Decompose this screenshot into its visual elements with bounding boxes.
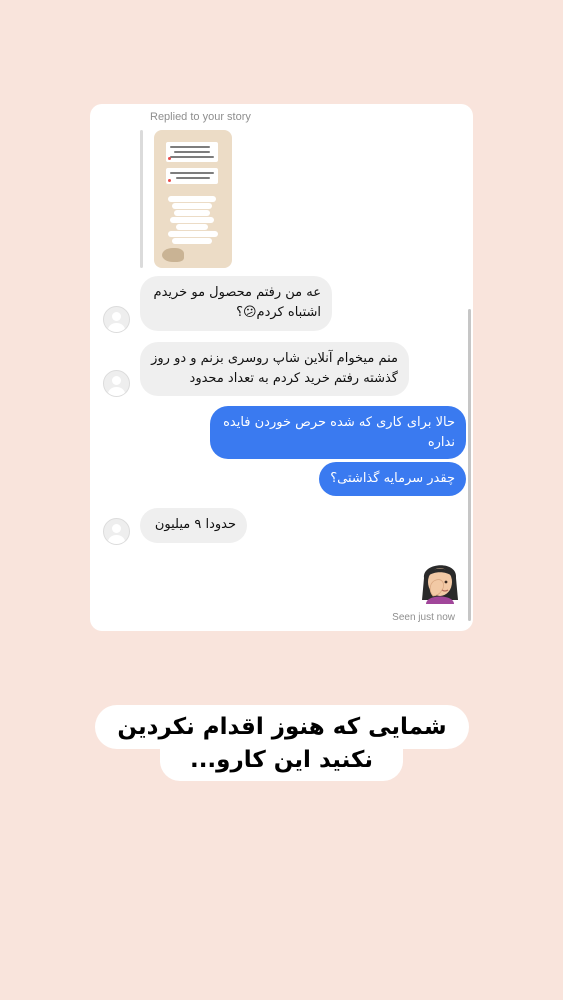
incoming-message-bubble[interactable]: منم میخوام آنلاین شاپ روسری بزنم و دو رو… [140,342,409,396]
incoming-message-bubble[interactable]: حدودا ۹ میلیون [140,508,247,543]
scrollbar[interactable] [468,309,471,621]
thumb-snippet-card [166,168,218,184]
outgoing-message-bubble[interactable]: حالا برای کاری که شده حرص خوردن فایده ند… [210,406,466,459]
dm-screenshot-card: Replied to your story عه من رفتم محصول م… [90,104,473,631]
incoming-message-bubble[interactable]: عه من رفتم محصول مو خریدم اشتباه کردم😕؟ [140,276,332,331]
default-avatar-icon[interactable] [103,518,130,545]
default-avatar-icon[interactable] [103,370,130,397]
replied-to-story-label: Replied to your story [150,111,251,123]
thumb-object [162,248,184,262]
caption-line-1: شمایی که هنوز اقدام نکردین [95,705,469,749]
face-palm-memoji-icon [422,565,458,604]
reply-indicator-line [140,130,143,268]
outgoing-message-bubble[interactable]: چقدر سرمایه گذاشتی؟ [319,462,466,496]
story-thumbnail[interactable] [154,130,232,268]
seen-status: Seen just now [392,612,455,623]
default-avatar-icon[interactable] [103,306,130,333]
thumb-snippet-card [166,142,218,162]
